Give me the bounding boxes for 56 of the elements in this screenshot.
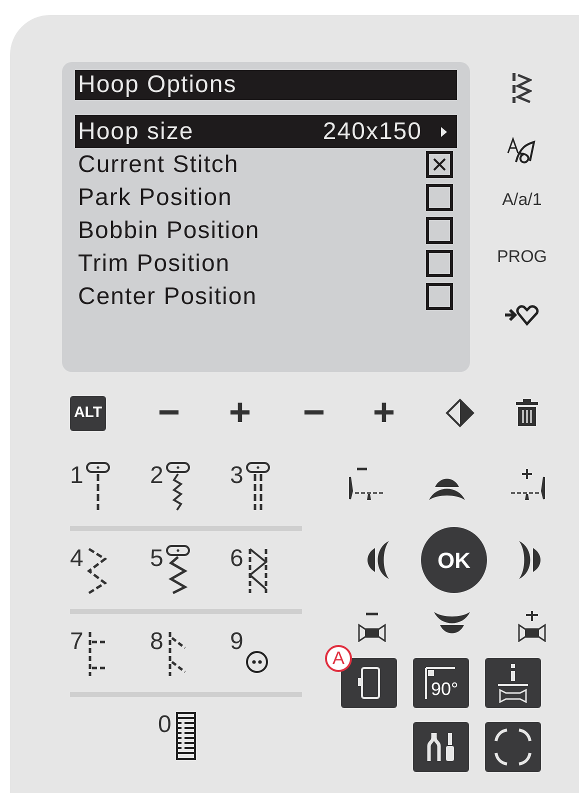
tools-button[interactable]: [413, 722, 469, 772]
stitch-button[interactable]: 0: [158, 711, 246, 761]
arrow-right-icon: [440, 126, 448, 138]
menu-row[interactable]: Trim Position: [75, 247, 457, 280]
tools-icon: [426, 732, 456, 762]
step-button[interactable]: +: [369, 396, 399, 430]
corners-icon: [493, 727, 533, 767]
stitch-button[interactable]: 2: [150, 462, 230, 512]
needle-left-icon[interactable]: [347, 467, 385, 501]
info-hoop-icon: [496, 663, 530, 703]
stitch-icon: [165, 462, 192, 512]
step-button[interactable]: +: [225, 396, 255, 430]
checkbox[interactable]: [426, 217, 453, 244]
stitch-button[interactable]: 9: [230, 628, 310, 678]
mode-button[interactable]: A/a/1: [502, 190, 542, 210]
screen-title: Hoop Options: [75, 70, 457, 100]
angle-label: 90°: [431, 679, 458, 699]
menu-row[interactable]: Bobbin Position: [75, 214, 457, 247]
hoop-icon: [357, 666, 381, 700]
stitch-icon: [85, 462, 112, 512]
step-button[interactable]: −: [154, 396, 184, 430]
menu-row[interactable]: Current Stitch: [75, 148, 457, 181]
stitch-icon: [165, 545, 192, 595]
trash-icon[interactable]: [515, 399, 539, 427]
mirror-icon[interactable]: [445, 398, 475, 428]
font-icon[interactable]: [506, 136, 538, 164]
stitch-button[interactable]: 7: [70, 628, 150, 678]
stitch-button[interactable]: 4: [70, 545, 150, 595]
info-button[interactable]: [485, 658, 541, 708]
arrow-heart-icon[interactable]: [504, 303, 540, 327]
corners-button[interactable]: [485, 722, 541, 772]
menu-row[interactable]: Center Position: [75, 280, 457, 313]
menu-row[interactable]: Hoop size 240x150: [75, 115, 457, 148]
callout-label: A: [325, 645, 352, 672]
checked-checkbox[interactable]: [426, 151, 453, 178]
stitch-button[interactable]: 3: [230, 462, 310, 512]
width-plus-icon[interactable]: [517, 611, 547, 642]
ok-button[interactable]: OK: [421, 527, 487, 593]
stitch-icon: [245, 462, 272, 512]
stitch-button[interactable]: 5: [150, 545, 230, 595]
stitch-button[interactable]: 8: [150, 628, 230, 678]
stitch-button[interactable]: 6: [230, 545, 310, 595]
needle-right-icon[interactable]: [509, 467, 547, 501]
width-minus-icon[interactable]: [357, 611, 387, 642]
checkbox[interactable]: [426, 283, 453, 310]
button-stitch-icon: [245, 650, 270, 674]
mode-button[interactable]: PROG: [496, 247, 548, 267]
stitch-button[interactable]: 1: [70, 462, 150, 512]
menu-row[interactable]: Park Position: [75, 181, 457, 214]
checkbox[interactable]: [426, 184, 453, 211]
angle-button[interactable]: 90°: [413, 658, 469, 708]
stitch-icon[interactable]: [512, 72, 532, 104]
corner-icon: [424, 666, 456, 700]
step-button[interactable]: −: [299, 396, 329, 430]
checkbox[interactable]: [426, 250, 453, 277]
alt-button[interactable]: ALT: [70, 396, 106, 430]
